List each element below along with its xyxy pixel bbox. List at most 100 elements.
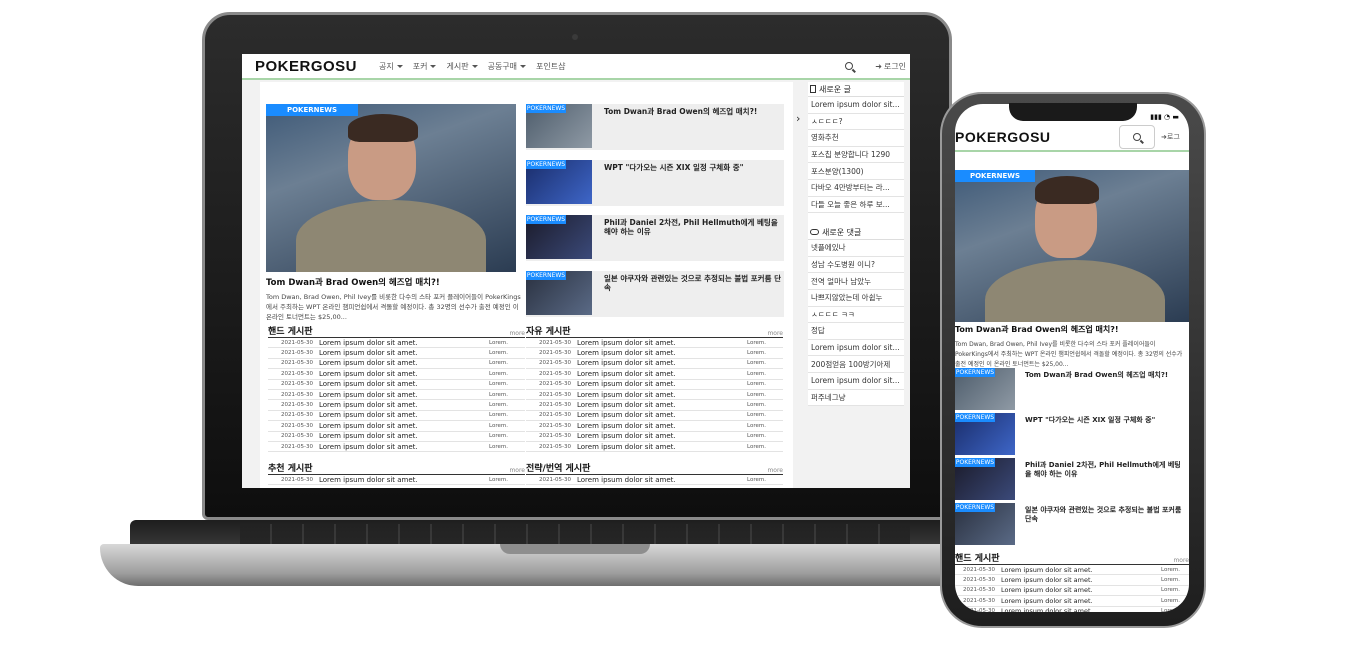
post-author: Lorem. — [747, 350, 766, 357]
sidebar-list-item[interactable]: 정답 — [808, 323, 904, 340]
board-title[interactable]: 핸드 게시판 — [955, 551, 1000, 564]
board-more-link[interactable]: more — [1173, 557, 1189, 564]
nav-item-board[interactable]: 게시판 — [446, 61, 478, 72]
side-news-item[interactable]: POKERNEWS WPT "다가오는 시즌 XIX 일정 구체화 중" — [526, 160, 784, 206]
post-author: Lorem. — [1161, 608, 1180, 612]
sidebar-list-item[interactable]: ㅅㄷㄷㄷ? — [808, 114, 904, 131]
featured-news-image[interactable]: POKERNEWS — [266, 104, 516, 272]
new-posts-header: 새로운 글 — [808, 82, 904, 97]
board-more-link[interactable]: more — [767, 467, 783, 474]
board-more-link[interactable]: more — [509, 467, 525, 474]
login-button[interactable]: ➜ 로그인 — [875, 61, 906, 72]
post-date: 2021-05-30 — [281, 402, 313, 409]
board-row[interactable]: 2021-05-30 Lorem ipsum dolor sit amet. Lor… — [268, 421, 525, 432]
side-news-item[interactable]: POKERNEWS 일본 야쿠자와 관련있는 것으로 추정되는 불법 포커룸 단… — [526, 271, 784, 317]
board-row[interactable]: 2021-05-30 Lorem ipsum dolor sit amet. Lor… — [268, 442, 525, 453]
hero-person-body — [985, 260, 1165, 322]
nav-label: 공지 — [379, 61, 394, 71]
chevron-right-icon[interactable]: › — [796, 112, 800, 125]
board-row[interactable]: 2021-05-30 Lorem ipsum dolor sit amet. Lor… — [526, 338, 783, 349]
board-row[interactable]: 2021-05-30 Lorem ipsum dolor sit amet. Lor… — [268, 475, 525, 486]
nav-item-notice[interactable]: 공지 — [379, 61, 403, 72]
board-rows: 2021-05-30 Lorem ipsum dolor sit amet. Lor… — [268, 475, 525, 486]
mobile-site-logo[interactable]: POKERGOSU — [955, 129, 1051, 145]
mobile-news-item[interactable]: POKERNEWS Phil과 Daniel 2차전, Phil Hellmut… — [955, 458, 1189, 502]
board-row[interactable]: 2021-05-30 Lorem ipsum dolor sit amet. Lor… — [955, 575, 1189, 586]
news-badge: POKERNEWS — [955, 413, 995, 422]
side-news-title: Tom Dwan과 Brad Owen의 헤즈업 매치?! — [604, 107, 758, 116]
sidebar-list-item[interactable]: Lorem ipsum dolor sit... — [808, 340, 904, 357]
sidebar-list-item[interactable]: 전역 얼마나 남았누 — [808, 273, 904, 290]
board-row[interactable]: 2021-05-30 Lorem ipsum dolor sit amet. Lor… — [268, 411, 525, 422]
side-news-item[interactable]: POKERNEWS Tom Dwan과 Brad Owen의 헤즈업 매치?! — [526, 104, 784, 150]
board-row[interactable]: 2021-05-30 Lorem ipsum dolor sit amet. Lor… — [526, 359, 783, 370]
board-row[interactable]: 2021-05-30 Lorem ipsum dolor sit amet. Lor… — [955, 586, 1189, 597]
post-title: Lorem ipsum dolor sit amet. — [1001, 596, 1093, 605]
board-row[interactable]: 2021-05-30 Lorem ipsum dolor sit amet. Lor… — [268, 359, 525, 370]
board-row[interactable]: 2021-05-30 Lorem ipsum dolor sit amet. Lor… — [526, 411, 783, 422]
sidebar-list-item[interactable]: Lorem ipsum dolor sit... — [808, 97, 904, 114]
mobile-featured-image[interactable]: POKERNEWS — [955, 170, 1189, 322]
mobile-news-item[interactable]: POKERNEWS 일본 야쿠자와 관련있는 것으로 추정되는 불법 포커룸 단… — [955, 503, 1189, 547]
side-news-title: Phil과 Daniel 2차전, Phil Hellmuth에게 베팅을 해야… — [604, 218, 778, 236]
mobile-featured-title[interactable]: Tom Dwan과 Brad Owen의 헤즈업 매치?! — [955, 324, 1189, 335]
sidebar-list-item[interactable]: 포스분양(1300) — [808, 163, 904, 180]
board-row[interactable]: 2021-05-30 Lorem ipsum dolor sit amet. Lor… — [526, 475, 783, 486]
sidebar-list-item[interactable]: 성남 수도병원 이니? — [808, 257, 904, 274]
board-row[interactable]: 2021-05-30 Lorem ipsum dolor sit amet. Lor… — [526, 369, 783, 380]
board-title[interactable]: 자유 게시판 — [526, 324, 571, 337]
sidebar-list-item[interactable]: 다바오 4만방부터는 라... — [808, 180, 904, 197]
post-title: Lorem ipsum dolor sit amet. — [577, 432, 676, 441]
sidebar-list-item[interactable]: 영화추천 — [808, 130, 904, 147]
board-strategy: 전략/번역 게시판 more 2021-05-30 Lorem ipsum dol… — [526, 461, 783, 486]
board-row[interactable]: 2021-05-30 Lorem ipsum dolor sit amet. Lor… — [268, 348, 525, 359]
nav-item-groupbuy[interactable]: 공동구매 — [488, 61, 527, 72]
sidebar-list-item[interactable]: Lorem ipsum dolor sit... — [808, 373, 904, 390]
mobile-news-item[interactable]: POKERNEWS WPT "다가오는 시즌 XIX 일정 구체화 중" — [955, 413, 1189, 457]
board-row[interactable]: 2021-05-30 Lorem ipsum dolor sit amet. Lor… — [268, 338, 525, 349]
sidebar-list-item[interactable]: 200점얻음 100방기아제 — [808, 356, 904, 373]
board-more-link[interactable]: more — [509, 330, 525, 337]
board-row[interactable]: 2021-05-30 Lorem ipsum dolor sit amet. Lor… — [955, 565, 1189, 576]
sidebar-list-item[interactable]: ㅅㄷㄷㄷ ㅋㅋ — [808, 307, 904, 324]
board-row[interactable]: 2021-05-30 Lorem ipsum dolor sit amet. Lor… — [526, 442, 783, 453]
post-title: Lorem ipsum dolor sit amet. — [577, 442, 676, 451]
board-row[interactable]: 2021-05-30 Lorem ipsum dolor sit amet. Lor… — [526, 421, 783, 432]
laptop-keyboard — [240, 524, 910, 546]
side-news-item[interactable]: POKERNEWS Phil과 Daniel 2차전, Phil Hellmut… — [526, 215, 784, 261]
nav-item-poker[interactable]: 포커 — [413, 61, 437, 72]
mobile-login-button[interactable]: ➜로그 — [1161, 132, 1189, 142]
board-more-link[interactable]: more — [767, 330, 783, 337]
board-row[interactable]: 2021-05-30 Lorem ipsum dolor sit amet. Lor… — [526, 400, 783, 411]
sidebar-list-item[interactable]: 넷플에있나 — [808, 240, 904, 257]
post-title: Lorem ipsum dolor sit amet. — [319, 338, 418, 347]
mobile-news-item[interactable]: POKERNEWS Tom Dwan과 Brad Owen의 헤즈업 매치?! — [955, 368, 1189, 412]
board-title[interactable]: 전략/번역 게시판 — [526, 461, 590, 474]
board-row[interactable]: 2021-05-30 Lorem ipsum dolor sit amet. Lor… — [955, 607, 1189, 612]
featured-news-title[interactable]: Tom Dwan과 Brad Owen의 헤즈업 매치?! — [266, 276, 521, 288]
board-title[interactable]: 추천 게시판 — [268, 461, 313, 474]
search-icon[interactable] — [845, 62, 854, 70]
featured-news-description: Tom Dwan, Brad Owen, Phil Ivey를 비롯한 다수의 … — [266, 293, 521, 321]
mobile-search-button[interactable] — [1119, 125, 1155, 149]
board-row[interactable]: 2021-05-30 Lorem ipsum dolor sit amet. Lor… — [268, 380, 525, 390]
sidebar-list-item[interactable]: 다들 오늘 좋은 하루 보... — [808, 197, 904, 214]
site-logo[interactable]: POKERGOSU — [255, 58, 357, 75]
board-row[interactable]: 2021-05-30 Lorem ipsum dolor sit amet. Lor… — [526, 348, 783, 359]
board-title[interactable]: 핸드 게시판 — [268, 324, 313, 337]
sidebar-list-item[interactable]: 퍼주네그냥 — [808, 390, 904, 407]
board-row[interactable]: 2021-05-30 Lorem ipsum dolor sit amet. Lor… — [268, 400, 525, 411]
board-row[interactable]: 2021-05-30 Lorem ipsum dolor sit amet. Lor… — [268, 390, 525, 401]
nav-item-pointshop[interactable]: 포인트샵 — [536, 61, 565, 72]
board-row[interactable]: 2021-05-30 Lorem ipsum dolor sit amet. Lor… — [526, 380, 783, 390]
board-row[interactable]: 2021-05-30 Lorem ipsum dolor sit amet. Lor… — [268, 369, 525, 380]
board-row[interactable]: 2021-05-30 Lorem ipsum dolor sit amet. Lor… — [526, 432, 783, 442]
post-author: Lorem. — [747, 360, 766, 367]
board-row[interactable]: 2021-05-30 Lorem ipsum dolor sit amet. Lor… — [268, 432, 525, 442]
news-thumbnail: POKERNEWS — [955, 413, 1015, 455]
sidebar-list-item[interactable]: 포스칩 분양합니다 1290 — [808, 147, 904, 164]
sidebar-list-item[interactable]: 나쁘지않았는데 아쉽누 — [808, 290, 904, 307]
board-row[interactable]: 2021-05-30 Lorem ipsum dolor sit amet. Lor… — [526, 390, 783, 401]
board-row[interactable]: 2021-05-30 Lorem ipsum dolor sit amet. Lor… — [955, 596, 1189, 607]
